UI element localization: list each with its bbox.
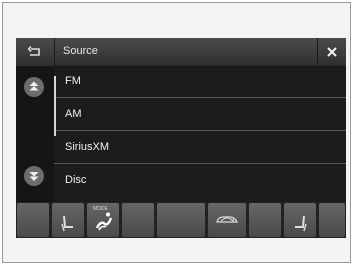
- list-item-label: FM: [65, 75, 81, 87]
- scrollbar[interactable]: [54, 76, 56, 136]
- list-item-label: AM: [65, 108, 82, 120]
- climate-control-bar: MODE: [16, 202, 346, 238]
- back-button[interactable]: [16, 38, 55, 66]
- screen-frame: Source FM AM SiriusXM Disc MODE: [2, 2, 351, 263]
- scroll-down-button[interactable]: [24, 166, 44, 186]
- close-icon: [327, 47, 337, 57]
- passenger-seat-heater-icon: [295, 215, 307, 232]
- blank-button-5[interactable]: [319, 203, 345, 237]
- header-bar: Source: [16, 38, 346, 66]
- blank-button-1[interactable]: [17, 203, 49, 237]
- list-item-siriusxm[interactable]: SiriusXM: [54, 133, 346, 164]
- scroll-up-button[interactable]: [24, 77, 44, 97]
- close-button[interactable]: [317, 38, 346, 66]
- passenger-seat-heater-button[interactable]: [284, 203, 316, 237]
- fan-mode-button[interactable]: MODE: [87, 203, 119, 237]
- driver-seat-heater-icon: [61, 215, 73, 232]
- list-item-fm[interactable]: FM: [54, 67, 346, 98]
- list-item-am[interactable]: AM: [54, 100, 346, 131]
- scroll-down-icon: [29, 172, 39, 181]
- recirculation-icon: [216, 216, 238, 223]
- scroll-up-icon: [29, 81, 39, 91]
- recirculation-button[interactable]: [208, 203, 246, 237]
- driver-seat-heater-button[interactable]: [52, 203, 84, 237]
- back-arrow-icon: [28, 46, 40, 56]
- blank-button-2[interactable]: [122, 203, 154, 237]
- touchscreen: Source FM AM SiriusXM Disc MODE: [16, 38, 346, 238]
- blank-button-3[interactable]: [157, 203, 205, 237]
- fan-mode-icon: [95, 212, 113, 231]
- blank-button-4[interactable]: [249, 203, 281, 237]
- list-item-label: SiriusXM: [65, 141, 110, 153]
- list-item-disc[interactable]: Disc: [54, 166, 346, 197]
- list-item-label: Disc: [65, 174, 87, 186]
- source-list: FM AM SiriusXM Disc: [54, 67, 346, 203]
- page-title: Source: [63, 45, 98, 57]
